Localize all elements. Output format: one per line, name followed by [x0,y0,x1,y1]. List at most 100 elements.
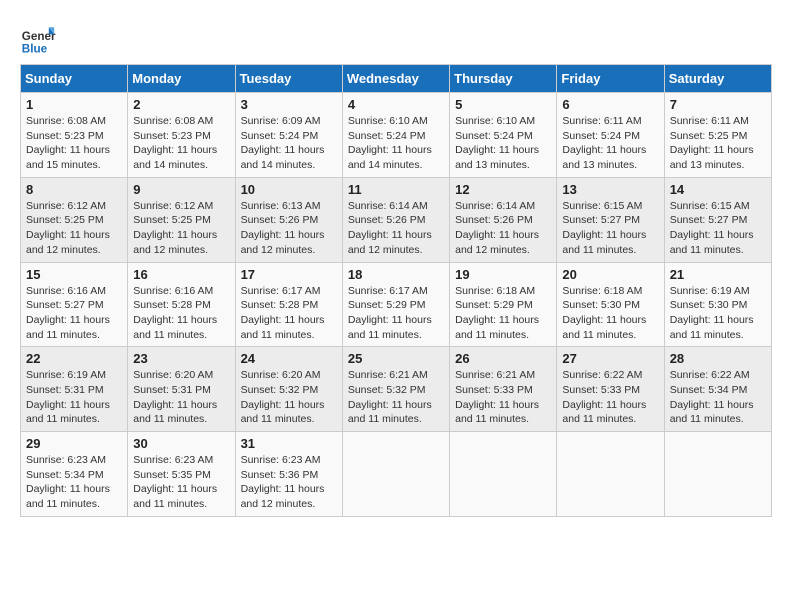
calendar-cell [450,432,557,517]
calendar-cell: 15 Sunrise: 6:16 AM Sunset: 5:27 PM Dayli… [21,262,128,347]
column-header-sunday: Sunday [21,65,128,93]
day-number: 1 [26,97,122,112]
logo: General Blue [20,20,56,56]
day-info: Sunrise: 6:20 AM Sunset: 5:32 PM Dayligh… [241,368,337,427]
day-info: Sunrise: 6:19 AM Sunset: 5:31 PM Dayligh… [26,368,122,427]
day-info: Sunrise: 6:08 AM Sunset: 5:23 PM Dayligh… [26,114,122,173]
day-info: Sunrise: 6:14 AM Sunset: 5:26 PM Dayligh… [455,199,551,258]
calendar-cell: 24 Sunrise: 6:20 AM Sunset: 5:32 PM Dayli… [235,347,342,432]
calendar-cell: 14 Sunrise: 6:15 AM Sunset: 5:27 PM Dayli… [664,177,771,262]
calendar-cell: 20 Sunrise: 6:18 AM Sunset: 5:30 PM Dayli… [557,262,664,347]
day-number: 20 [562,267,658,282]
day-number: 13 [562,182,658,197]
calendar-cell: 31 Sunrise: 6:23 AM Sunset: 5:36 PM Dayli… [235,432,342,517]
column-header-wednesday: Wednesday [342,65,449,93]
day-info: Sunrise: 6:23 AM Sunset: 5:34 PM Dayligh… [26,453,122,512]
day-number: 21 [670,267,766,282]
calendar-cell: 12 Sunrise: 6:14 AM Sunset: 5:26 PM Dayli… [450,177,557,262]
calendar-cell: 22 Sunrise: 6:19 AM Sunset: 5:31 PM Dayli… [21,347,128,432]
column-header-monday: Monday [128,65,235,93]
calendar-cell [664,432,771,517]
calendar-cell: 16 Sunrise: 6:16 AM Sunset: 5:28 PM Dayli… [128,262,235,347]
day-info: Sunrise: 6:16 AM Sunset: 5:27 PM Dayligh… [26,284,122,343]
calendar-cell: 18 Sunrise: 6:17 AM Sunset: 5:29 PM Dayli… [342,262,449,347]
day-number: 4 [348,97,444,112]
day-info: Sunrise: 6:11 AM Sunset: 5:25 PM Dayligh… [670,114,766,173]
day-info: Sunrise: 6:12 AM Sunset: 5:25 PM Dayligh… [133,199,229,258]
day-info: Sunrise: 6:12 AM Sunset: 5:25 PM Dayligh… [26,199,122,258]
day-info: Sunrise: 6:08 AM Sunset: 5:23 PM Dayligh… [133,114,229,173]
calendar-cell: 13 Sunrise: 6:15 AM Sunset: 5:27 PM Dayli… [557,177,664,262]
day-number: 12 [455,182,551,197]
calendar-cell: 26 Sunrise: 6:21 AM Sunset: 5:33 PM Dayli… [450,347,557,432]
calendar-cell: 30Sunrise: 6:23 AM Sunset: 5:35 PM Dayli… [128,432,235,517]
calendar-week-row: 8 Sunrise: 6:12 AM Sunset: 5:25 PM Daylig… [21,177,772,262]
column-header-saturday: Saturday [664,65,771,93]
calendar-header-row: SundayMondayTuesdayWednesdayThursdayFrid… [21,65,772,93]
calendar-cell: 21 Sunrise: 6:19 AM Sunset: 5:30 PM Dayli… [664,262,771,347]
day-info: Sunrise: 6:17 AM Sunset: 5:28 PM Dayligh… [241,284,337,343]
calendar-cell: 11 Sunrise: 6:14 AM Sunset: 5:26 PM Dayli… [342,177,449,262]
day-info: Sunrise: 6:21 AM Sunset: 5:33 PM Dayligh… [455,368,551,427]
day-info: Sunrise: 6:23 AM Sunset: 5:36 PM Dayligh… [241,453,337,512]
logo-icon: General Blue [20,20,56,56]
day-number: 28 [670,351,766,366]
day-number: 3 [241,97,337,112]
day-number: 2 [133,97,229,112]
day-number: 16 [133,267,229,282]
day-number: 31 [241,436,337,451]
calendar-week-row: 29Sunrise: 6:23 AM Sunset: 5:34 PM Dayli… [21,432,772,517]
column-header-friday: Friday [557,65,664,93]
day-number: 24 [241,351,337,366]
svg-text:Blue: Blue [22,42,48,55]
calendar-cell: 27Sunrise: 6:22 AM Sunset: 5:33 PM Dayli… [557,347,664,432]
calendar-week-row: 22 Sunrise: 6:19 AM Sunset: 5:31 PM Dayli… [21,347,772,432]
page-header: General Blue [20,20,772,56]
day-info: Sunrise: 6:17 AM Sunset: 5:29 PM Dayligh… [348,284,444,343]
day-info: Sunrise: 6:09 AM Sunset: 5:24 PM Dayligh… [241,114,337,173]
day-info: Sunrise: 6:13 AM Sunset: 5:26 PM Dayligh… [241,199,337,258]
day-number: 11 [348,182,444,197]
calendar-cell: 10Sunrise: 6:13 AM Sunset: 5:26 PM Dayli… [235,177,342,262]
column-header-tuesday: Tuesday [235,65,342,93]
day-number: 26 [455,351,551,366]
calendar-cell: 9 Sunrise: 6:12 AM Sunset: 5:25 PM Daylig… [128,177,235,262]
calendar-week-row: 1 Sunrise: 6:08 AM Sunset: 5:23 PM Daylig… [21,93,772,178]
day-number: 23 [133,351,229,366]
calendar-cell: 17 Sunrise: 6:17 AM Sunset: 5:28 PM Dayli… [235,262,342,347]
calendar-cell: 28Sunrise: 6:22 AM Sunset: 5:34 PM Dayli… [664,347,771,432]
day-info: Sunrise: 6:19 AM Sunset: 5:30 PM Dayligh… [670,284,766,343]
calendar-cell: 6Sunrise: 6:11 AM Sunset: 5:24 PM Daylig… [557,93,664,178]
calendar-cell: 4Sunrise: 6:10 AM Sunset: 5:24 PM Daylig… [342,93,449,178]
day-number: 5 [455,97,551,112]
day-number: 19 [455,267,551,282]
calendar-table: SundayMondayTuesdayWednesdayThursdayFrid… [20,64,772,517]
day-info: Sunrise: 6:11 AM Sunset: 5:24 PM Dayligh… [562,114,658,173]
day-number: 17 [241,267,337,282]
day-info: Sunrise: 6:10 AM Sunset: 5:24 PM Dayligh… [455,114,551,173]
column-header-thursday: Thursday [450,65,557,93]
day-number: 15 [26,267,122,282]
day-number: 8 [26,182,122,197]
calendar-cell [557,432,664,517]
day-info: Sunrise: 6:18 AM Sunset: 5:29 PM Dayligh… [455,284,551,343]
day-number: 7 [670,97,766,112]
day-info: Sunrise: 6:16 AM Sunset: 5:28 PM Dayligh… [133,284,229,343]
day-info: Sunrise: 6:15 AM Sunset: 5:27 PM Dayligh… [670,199,766,258]
day-info: Sunrise: 6:18 AM Sunset: 5:30 PM Dayligh… [562,284,658,343]
day-number: 9 [133,182,229,197]
day-number: 14 [670,182,766,197]
day-number: 22 [26,351,122,366]
calendar-cell [342,432,449,517]
calendar-cell: 3 Sunrise: 6:09 AM Sunset: 5:24 PM Daylig… [235,93,342,178]
day-info: Sunrise: 6:15 AM Sunset: 5:27 PM Dayligh… [562,199,658,258]
calendar-cell: 25Sunrise: 6:21 AM Sunset: 5:32 PM Dayli… [342,347,449,432]
day-number: 18 [348,267,444,282]
calendar-cell: 23Sunrise: 6:20 AM Sunset: 5:31 PM Dayli… [128,347,235,432]
calendar-cell: 19 Sunrise: 6:18 AM Sunset: 5:29 PM Dayli… [450,262,557,347]
day-info: Sunrise: 6:22 AM Sunset: 5:33 PM Dayligh… [562,368,658,427]
day-number: 30 [133,436,229,451]
calendar-cell: 7 Sunrise: 6:11 AM Sunset: 5:25 PM Daylig… [664,93,771,178]
calendar-cell: 2 Sunrise: 6:08 AM Sunset: 5:23 PM Daylig… [128,93,235,178]
day-info: Sunrise: 6:14 AM Sunset: 5:26 PM Dayligh… [348,199,444,258]
